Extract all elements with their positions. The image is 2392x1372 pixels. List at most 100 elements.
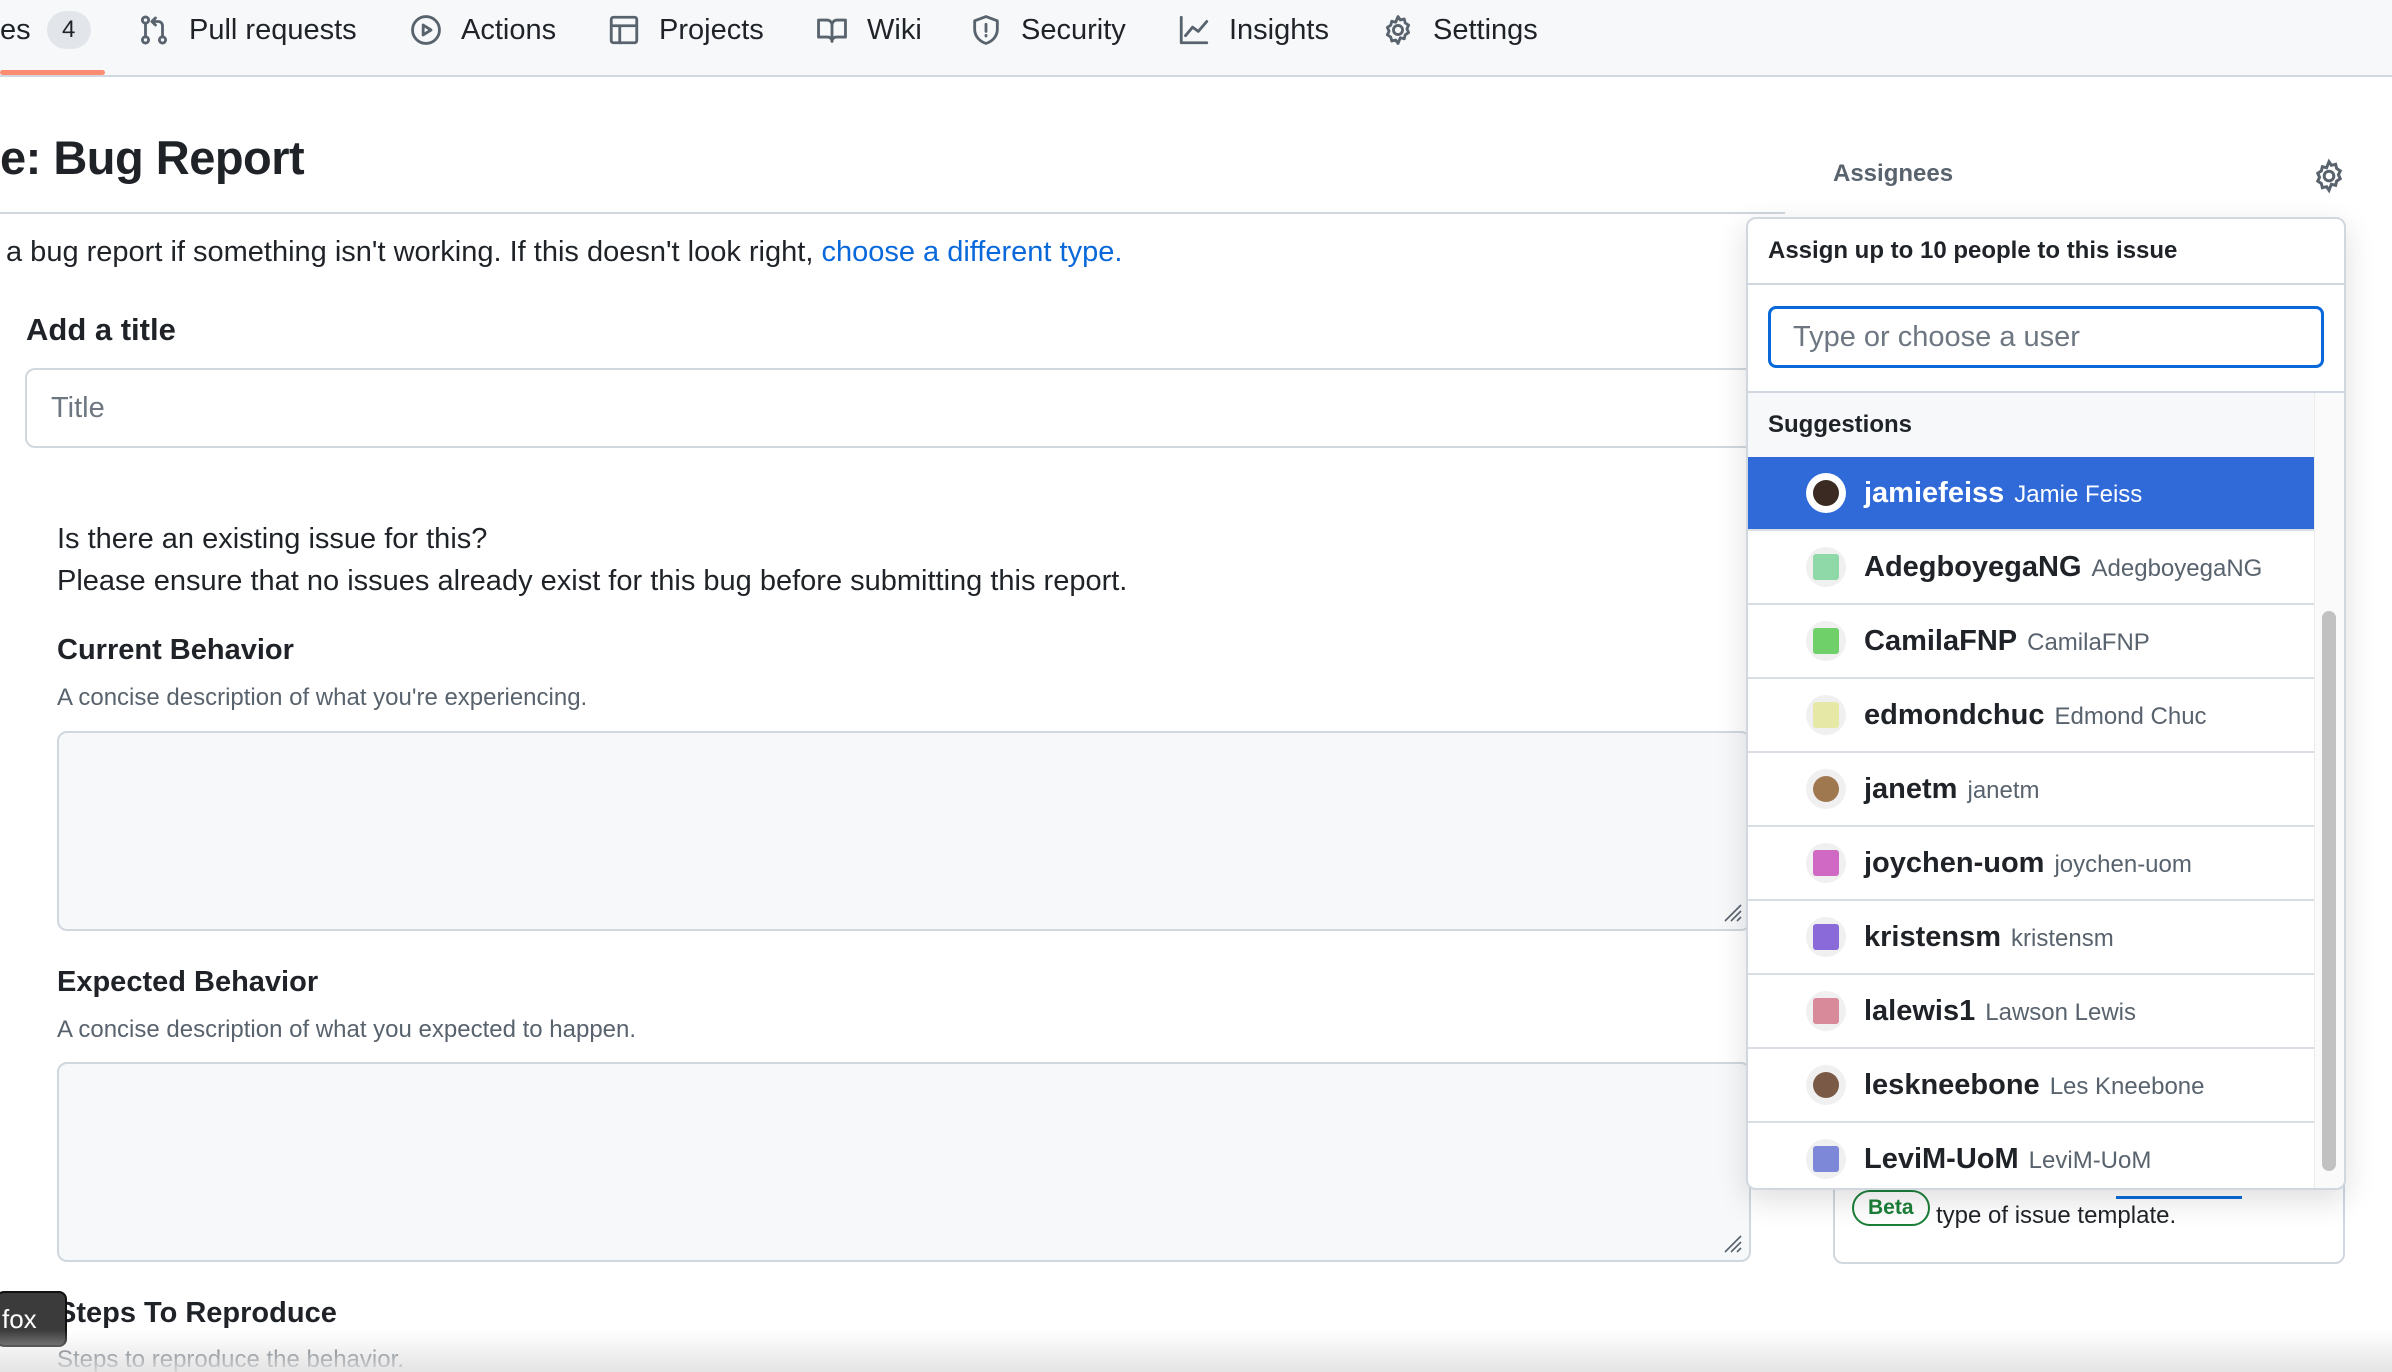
user-login: CamilaFNP — [1864, 624, 2018, 657]
avatar-image — [1813, 776, 1839, 802]
avatar — [1806, 769, 1846, 809]
user-option[interactable]: leskneebone Les Kneebone — [1748, 1049, 2314, 1123]
shield-icon — [969, 13, 1003, 47]
resize-grip-icon[interactable] — [1721, 901, 1743, 923]
current-behavior-desc: A concise description of what you're exp… — [57, 684, 588, 711]
suggestions-heading: Suggestions — [1748, 393, 2344, 457]
user-full-name: Lawson Lewis — [1985, 998, 2136, 1026]
user-option-text: edmondchuc Edmond Chuc — [1864, 699, 2207, 732]
dropdown-header: Assign up to 10 people to this issue — [1748, 219, 2344, 285]
user-option-text: kristensm kristensm — [1864, 921, 2114, 954]
git-pull-request-icon — [137, 13, 171, 47]
beta-badge: Beta — [1852, 1190, 1930, 1226]
avatar — [1806, 991, 1846, 1031]
user-login: kristensm — [1864, 920, 2002, 953]
user-login: leskneebone — [1864, 1068, 2040, 1101]
user-option-text: LeviM-UoM LeviM-UoM — [1864, 1143, 2151, 1176]
tab-insights-label: Insights — [1229, 13, 1329, 46]
user-full-name: Edmond Chuc — [2054, 702, 2207, 730]
assignees-settings-button[interactable] — [2311, 158, 2347, 194]
expected-behavior-textarea[interactable] — [57, 1062, 1751, 1262]
user-login: janetm — [1864, 772, 1958, 805]
fox-tooltip-tab[interactable]: fox — [0, 1291, 67, 1347]
user-option-text: leskneebone Les Kneebone — [1864, 1069, 2205, 1102]
avatar — [1806, 547, 1846, 587]
user-option[interactable]: lalewis1 Lawson Lewis — [1748, 975, 2314, 1049]
tab-projects-label: Projects — [659, 13, 764, 46]
expected-behavior-desc: A concise description of what you expect… — [57, 1016, 637, 1043]
steps-to-reproduce-label: Steps To Reproduce — [57, 1297, 337, 1329]
user-option-text: AdegboyegaNG AdegboyegaNG — [1864, 551, 2262, 584]
resize-grip-icon[interactable] — [1721, 1232, 1743, 1254]
graph-icon — [1177, 13, 1211, 47]
tab-insights[interactable]: Insights — [1177, 0, 1329, 60]
user-login: AdegboyegaNG — [1864, 550, 2082, 583]
play-icon — [409, 13, 443, 47]
gear-icon — [1381, 13, 1415, 47]
issue-title-input[interactable] — [25, 368, 1785, 448]
user-full-name: Les Kneebone — [2049, 1072, 2205, 1100]
user-option-text: janetm janetm — [1864, 773, 2040, 806]
user-option[interactable]: AdegboyegaNG AdegboyegaNG — [1748, 531, 2314, 605]
user-option[interactable]: jamiefeiss Jamie Feiss — [1748, 457, 2314, 531]
tab-settings-label: Settings — [1433, 13, 1538, 46]
tab-projects[interactable]: Projects — [607, 0, 764, 60]
existing-issue-question: Is there an existing issue for this? — [57, 523, 488, 555]
avatar-image — [1813, 554, 1839, 580]
table-icon — [607, 13, 641, 47]
tab-pull-requests[interactable]: Pull requests — [137, 0, 357, 60]
avatar-image — [1813, 850, 1839, 876]
tab-settings[interactable]: Settings — [1381, 0, 1538, 60]
gear-icon — [2315, 158, 2343, 194]
steps-to-reproduce-desc: Steps to reproduce the behavior. — [57, 1346, 404, 1372]
template-info-text: type of issue template. — [1936, 1202, 2177, 1229]
user-option[interactable]: LeviM-UoM LeviM-UoM — [1748, 1123, 2314, 1188]
issues-count-badge: 4 — [46, 11, 91, 49]
title-divider — [0, 212, 1785, 214]
user-login: edmondchuc — [1864, 698, 2045, 731]
tab-issues[interactable]: es 4 — [0, 0, 91, 60]
user-full-name: LeviM-UoM — [2028, 1146, 2152, 1174]
user-full-name: AdegboyegaNG — [2091, 554, 2263, 582]
avatar-image — [1813, 480, 1839, 506]
template-note: a bug report if something isn't working.… — [6, 236, 1122, 269]
user-option[interactable]: joychen-uom joychen-uom — [1748, 827, 2314, 901]
avatar-image — [1813, 998, 1839, 1024]
current-behavior-textarea[interactable] — [57, 731, 1751, 931]
choose-different-type-link[interactable]: choose a different type. — [821, 236, 1122, 268]
user-option[interactable]: edmondchuc Edmond Chuc — [1748, 679, 2314, 753]
assignees-dropdown: Assign up to 10 people to this issue Sug… — [1746, 217, 2346, 1190]
user-option[interactable]: CamilaFNP CamilaFNP — [1748, 605, 2314, 679]
tab-pull-requests-label: Pull requests — [189, 13, 357, 46]
expected-behavior-label: Expected Behavior — [57, 966, 319, 998]
tab-security[interactable]: Security — [969, 0, 1126, 60]
active-tab-underline — [0, 70, 105, 75]
existing-issue-instruction: Please ensure that no issues already exi… — [57, 565, 1128, 597]
add-title-label: Add a title — [26, 312, 176, 347]
user-full-name: janetm — [1967, 776, 2040, 804]
template-note-text: a bug report if something isn't working.… — [6, 236, 822, 268]
avatar-image — [1813, 1146, 1839, 1172]
suggestions-list: jamiefeiss Jamie Feiss AdegboyegaNG Adegboy… — [1748, 457, 2314, 1188]
user-full-name: joychen-uom — [2054, 850, 2192, 878]
avatar — [1806, 917, 1846, 957]
user-option[interactable]: kristensm kristensm — [1748, 901, 2314, 975]
user-option-text: jamiefeiss Jamie Feiss — [1864, 477, 2142, 510]
user-filter-input[interactable] — [1768, 306, 2324, 368]
dropdown-scrollbar-thumb[interactable] — [2322, 611, 2336, 1171]
template-info-link[interactable] — [2116, 1196, 2242, 1199]
user-option-text: joychen-uom joychen-uom — [1864, 847, 2192, 880]
user-option[interactable]: janetm janetm — [1748, 753, 2314, 827]
tab-actions[interactable]: Actions — [409, 0, 556, 60]
avatar — [1806, 473, 1846, 513]
avatar — [1806, 1139, 1846, 1179]
avatar-image — [1813, 628, 1839, 654]
tab-wiki-label: Wiki — [867, 13, 922, 46]
avatar-image — [1813, 702, 1839, 728]
user-login: LeviM-UoM — [1864, 1142, 2019, 1175]
user-login: jamiefeiss — [1864, 476, 2005, 509]
avatar-image — [1813, 1072, 1839, 1098]
user-option-text: lalewis1 Lawson Lewis — [1864, 995, 2136, 1028]
tab-wiki[interactable]: Wiki — [815, 0, 922, 60]
assignees-label: Assignees — [1833, 160, 1954, 187]
